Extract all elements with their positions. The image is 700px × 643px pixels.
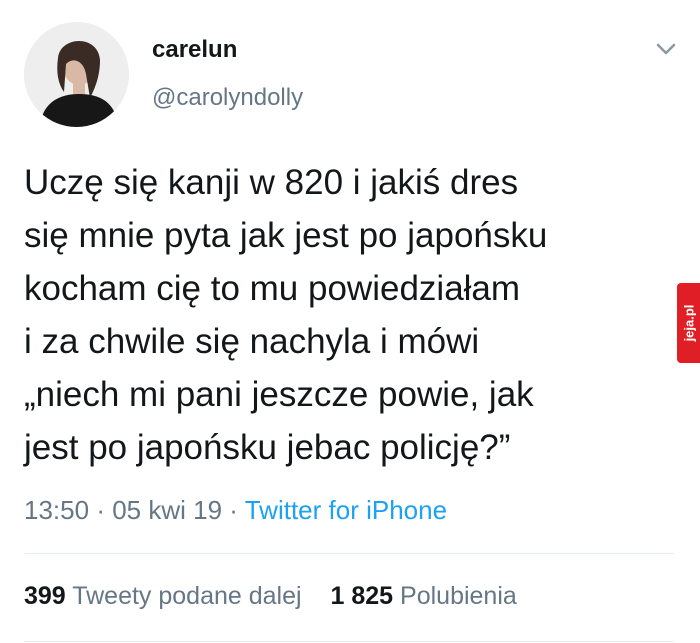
tweet-text-line: się mnie pyta jak jest po japońsku (24, 216, 548, 255)
tweet-meta: 13:50 · 05 kwi 19 · Twitter for iPhone (24, 495, 447, 526)
tweet-text: Uczę się kanji w 820 i jakiś dres się mn… (24, 156, 674, 474)
likes-count: 1 825 (330, 582, 394, 610)
retweets-label: Tweety podane dalej (72, 582, 302, 610)
tweet-text-line: Uczę się kanji w 820 i jakiś dres (24, 163, 519, 202)
meta-separator: · (229, 495, 238, 525)
tweet-text-line: i za chwile się nachyla i mówi (24, 322, 480, 361)
avatar-image (24, 22, 129, 127)
tweet-source-link[interactable]: Twitter for iPhone (245, 495, 447, 525)
tweet-text-line: kocham cię to mu powiedziałam (24, 269, 521, 308)
chevron-down-icon[interactable] (654, 40, 678, 58)
retweets-count: 399 (24, 582, 66, 610)
tweet-card: carelun @carolyndolly Uczę się kanji w 8… (0, 0, 700, 643)
user-handle[interactable]: @carolyndolly (152, 84, 303, 112)
meta-separator: · (96, 495, 105, 525)
display-name[interactable]: carelun (152, 36, 237, 64)
divider (24, 641, 674, 642)
jeja-watermark: jeja.pl (677, 283, 700, 363)
tweet-stats: 399 Tweety podane dalej 1 825 Polubienia (24, 582, 517, 611)
watermark-text: jeja.pl (681, 304, 696, 342)
likes-stat[interactable]: 1 825 Polubienia (331, 582, 517, 611)
retweets-stat[interactable]: 399 Tweety podane dalej (24, 582, 302, 611)
tweet-time[interactable]: 13:50 (24, 495, 89, 525)
divider (24, 553, 674, 554)
tweet-text-line: jest po japońsku jebac policję?” (24, 428, 511, 467)
tweet-date[interactable]: 05 kwi 19 (112, 495, 222, 525)
likes-label: Polubienia (400, 582, 517, 610)
tweet-text-line: „niech mi pani jeszcze powie, jak (24, 375, 534, 414)
avatar[interactable] (24, 22, 129, 127)
